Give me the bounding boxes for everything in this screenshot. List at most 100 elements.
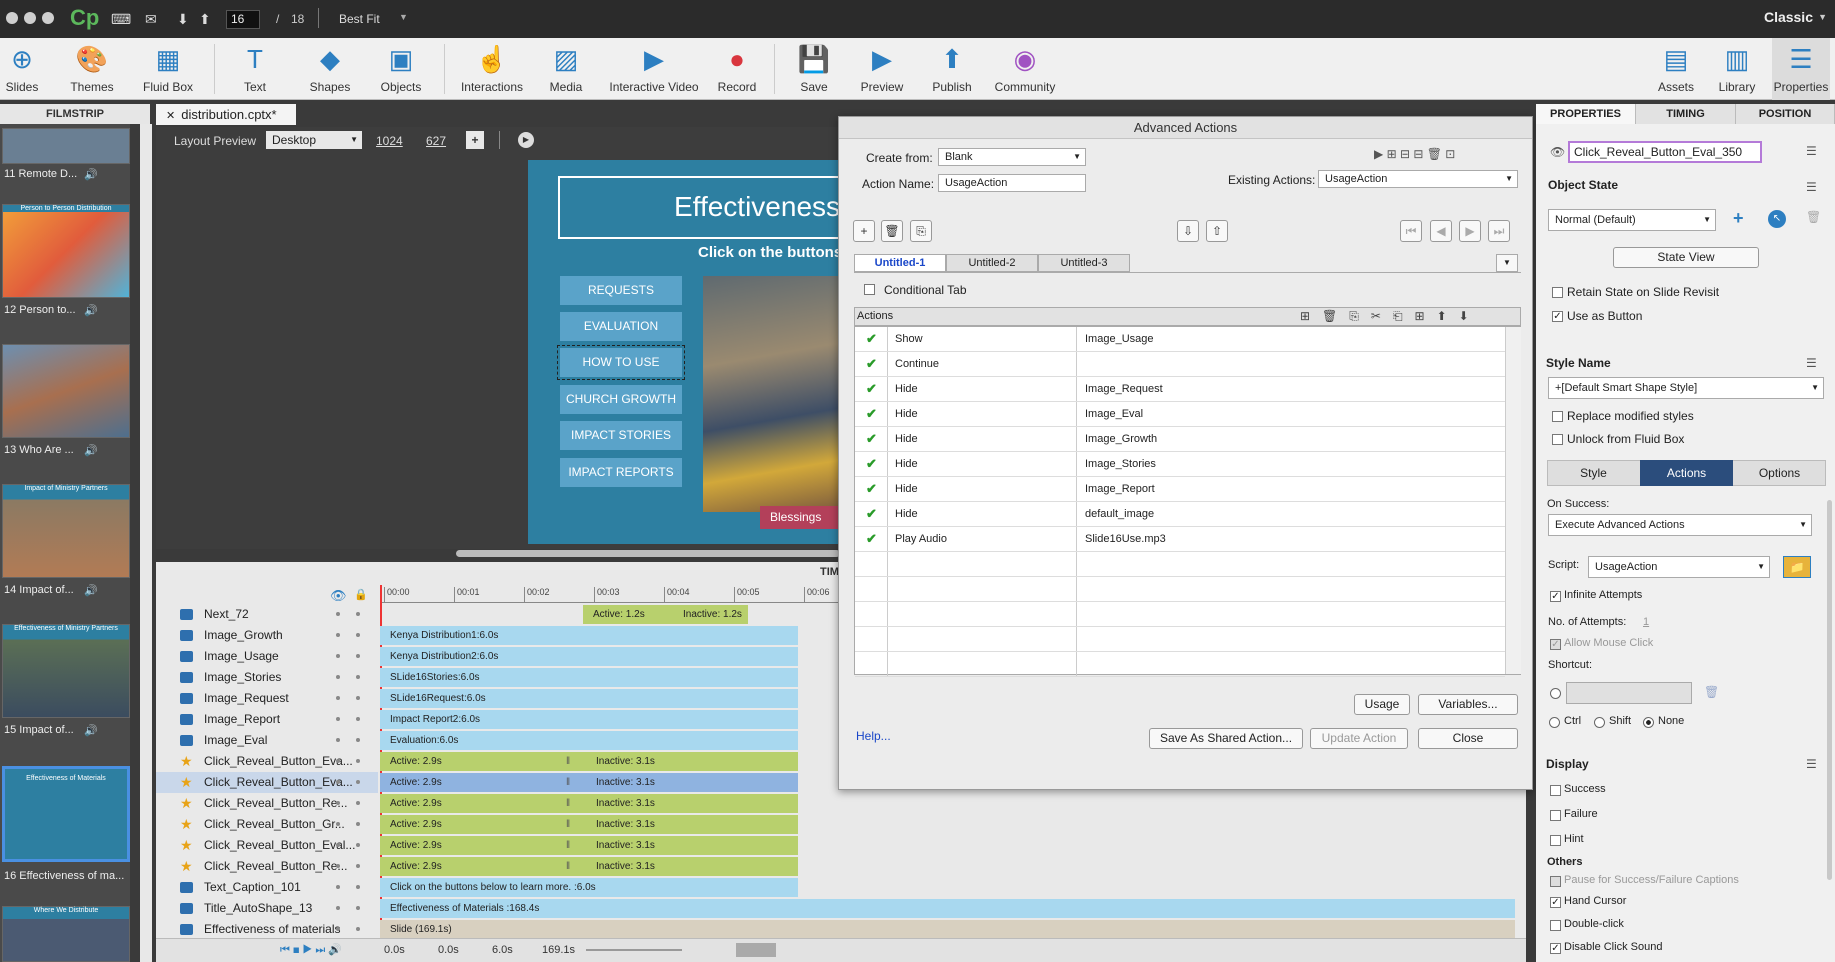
eye-toggle-dot[interactable]	[336, 822, 340, 826]
close-window-button[interactable]	[6, 12, 18, 24]
timeline-row[interactable]: Effectiveness of materials	[156, 919, 378, 940]
tab-properties[interactable]: PROPERTIES	[1536, 104, 1636, 124]
timeline-bar[interactable]: Active: 2.9s ‖ Inactive: 3.1s	[380, 773, 798, 792]
slides-button[interactable]: ⊕ Slides	[0, 38, 44, 100]
state-view-button[interactable]: State View	[1613, 247, 1759, 268]
shortcut-radio[interactable]	[1550, 688, 1561, 699]
timeline-bar[interactable]: Active: 2.9s ‖ Inactive: 3.1s	[380, 794, 798, 813]
empty-action-row[interactable]	[855, 552, 1505, 577]
tab-untitled-3[interactable]: Untitled-3	[1038, 254, 1130, 272]
timeline-bar[interactable]: SLide16Stories:6.0s	[380, 668, 798, 687]
lock-toggle-dot[interactable]	[356, 696, 360, 700]
empty-action-row[interactable]	[855, 652, 1505, 677]
objects-button[interactable]: ▣ Objects	[374, 38, 428, 100]
action-row[interactable]: ✔ Hide Image_Request	[855, 377, 1505, 402]
library-button[interactable]: ▥ Library	[1716, 38, 1758, 100]
edit-state-icon[interactable]: ↖	[1768, 210, 1786, 228]
arrow-down-icon[interactable]: ⬇	[177, 11, 189, 28]
eye-toggle-dot[interactable]	[336, 801, 340, 805]
device-select[interactable]: Desktop ▼	[266, 131, 362, 149]
subtab-actions[interactable]: Actions	[1640, 460, 1733, 486]
close-tab-icon[interactable]: ✕	[166, 110, 175, 122]
lock-toggle-dot[interactable]	[356, 612, 360, 616]
hand-cursor-checkbox[interactable]: ✓	[1550, 897, 1561, 908]
eye-toggle-dot[interactable]	[336, 612, 340, 616]
delete-state-icon[interactable]: 🗑	[1806, 210, 1821, 224]
keyboard-icon[interactable]: ⌨	[111, 11, 131, 28]
add-state-icon[interactable]: +	[1733, 208, 1744, 229]
active-inactive-divider[interactable]: ‖	[566, 794, 570, 813]
preview-button[interactable]: ▶ Preview	[858, 38, 906, 100]
tabs-menu-icon[interactable]: ▼	[1496, 254, 1518, 272]
impact-reports-button[interactable]: IMPACT REPORTS	[560, 458, 682, 487]
text-button[interactable]: T Text	[232, 38, 278, 100]
double-click-checkbox[interactable]	[1550, 920, 1561, 931]
lock-toggle-dot[interactable]	[356, 780, 360, 784]
slide-thumbnail-16-selected[interactable]: Effectiveness of Materials	[2, 766, 130, 862]
update-action-button[interactable]: Update Action	[1310, 728, 1408, 749]
eye-toggle-dot[interactable]	[336, 843, 340, 847]
zoom-slider[interactable]	[586, 949, 682, 951]
timeline-row[interactable]: Image_Report	[156, 709, 378, 730]
retain-state-checkbox[interactable]	[1552, 287, 1563, 298]
action-name-input[interactable]: UsageAction	[938, 174, 1086, 192]
previous-icon[interactable]: ◀	[1430, 220, 1452, 242]
church-growth-button[interactable]: CHURCH GROWTH	[560, 385, 682, 414]
lock-toggle-dot[interactable]	[356, 675, 360, 679]
timeline-row[interactable]: Next_72	[156, 604, 378, 625]
eye-toggle-dot[interactable]	[336, 780, 340, 784]
lock-toggle-dot[interactable]	[356, 822, 360, 826]
eye-toggle-dot[interactable]	[336, 717, 340, 721]
none-radio[interactable]	[1643, 717, 1654, 728]
slide-thumbnail-15[interactable]: Effectiveness of Ministry Partners	[2, 624, 130, 718]
eye-toggle-dot[interactable]	[336, 759, 340, 763]
filmstrip-scrollbar[interactable]	[140, 124, 152, 962]
community-button[interactable]: ◉ Community	[992, 38, 1058, 100]
active-inactive-divider[interactable]: ‖	[566, 836, 570, 855]
folder-icon[interactable]: 📁	[1783, 556, 1811, 578]
active-inactive-divider[interactable]: ‖	[566, 773, 570, 792]
subtab-style[interactable]: Style	[1547, 460, 1640, 486]
interactive-video-button[interactable]: ▶ Interactive Video	[606, 38, 702, 100]
first-icon[interactable]: ⏮	[1400, 220, 1422, 242]
slide-thumbnail-13[interactable]	[2, 344, 130, 438]
lock-toggle-dot[interactable]	[356, 885, 360, 889]
delete-action-icon[interactable]: 🗑	[881, 220, 903, 242]
success-checkbox[interactable]	[1550, 785, 1561, 796]
timeline-bar[interactable]: Active: 2.9s ‖ Inactive: 3.1s	[380, 815, 798, 834]
lock-icon[interactable]: 🔒	[354, 588, 368, 601]
eye-toggle-dot[interactable]	[336, 906, 340, 910]
timeline-row[interactable]: Image_Usage	[156, 646, 378, 667]
object-name-input[interactable]: Click_Reveal_Button_Eval_350	[1568, 141, 1762, 163]
create-from-select[interactable]: Blank ▼	[938, 148, 1086, 166]
shapes-button[interactable]: ◆ Shapes	[302, 38, 358, 100]
chevron-down-icon[interactable]: ▼	[399, 12, 408, 22]
timeline-row[interactable]: ★ Click_Reveal_Button_Gr...	[156, 814, 378, 835]
action-row[interactable]: ✔ Hide default_image	[855, 502, 1505, 527]
timeline-bar[interactable]: SLide16Request:6.0s	[380, 689, 798, 708]
lock-toggle-dot[interactable]	[356, 801, 360, 805]
lock-toggle-dot[interactable]	[356, 759, 360, 763]
attempts-value[interactable]: 1	[1643, 616, 1649, 628]
eye-icon[interactable]: 👁	[330, 588, 347, 604]
timeline-row[interactable]: ★ Click_Reveal_Button_Eva...	[156, 751, 378, 772]
impact-stories-button[interactable]: IMPACT STORIES	[560, 421, 682, 450]
timeline-row[interactable]: Image_Eval	[156, 730, 378, 751]
assets-button[interactable]: ▤ Assets	[1656, 38, 1696, 100]
evaluation-button[interactable]: EVALUATION	[560, 312, 682, 341]
timeline-bar[interactable]: Impact Report2:6.0s	[380, 710, 798, 729]
tab-timing[interactable]: TIMING	[1636, 104, 1736, 124]
lock-toggle-dot[interactable]	[356, 738, 360, 742]
visibility-eye-icon[interactable]: 👁	[1550, 145, 1565, 159]
active-inactive-divider[interactable]: ‖	[566, 857, 570, 876]
timeline-h-scroll-thumb[interactable]	[736, 943, 776, 957]
failure-checkbox[interactable]	[1550, 810, 1561, 821]
timeline-row[interactable]: Image_Stories	[156, 667, 378, 688]
slide-photo[interactable]	[703, 276, 840, 512]
infinite-attempts-checkbox[interactable]: ✓	[1550, 591, 1561, 602]
timeline-row[interactable]: Image_Request	[156, 688, 378, 709]
slide-subtitle[interactable]: Click on the buttons	[698, 244, 842, 261]
lock-toggle-dot[interactable]	[356, 633, 360, 637]
replace-styles-checkbox[interactable]	[1552, 411, 1563, 422]
timeline-row[interactable]: ★ Click_Reveal_Button_Eval...	[156, 835, 378, 856]
